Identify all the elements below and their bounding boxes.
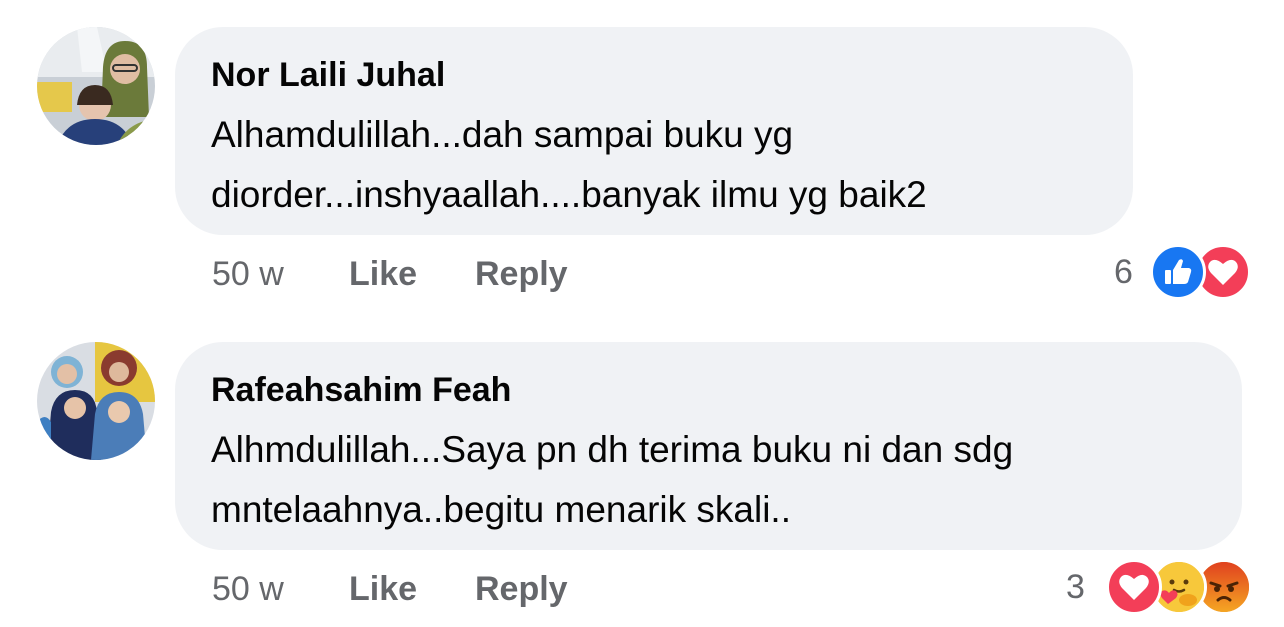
comment-author[interactable]: Nor Laili Juhal xyxy=(211,55,1097,95)
comment-2: Rafeahsahim Feah Alhmdulillah...Saya pn … xyxy=(0,315,1284,627)
love-icon xyxy=(1106,559,1162,615)
like-button[interactable]: Like xyxy=(349,254,417,294)
avatar[interactable] xyxy=(37,342,155,460)
comment-text: Alhmdulillah...Saya pn dh terima buku ni… xyxy=(211,420,1206,540)
reaction-summary[interactable]: 3 xyxy=(1064,559,1254,615)
comment-text: Alhamdulillah...dah sampai buku yg diord… xyxy=(211,105,1097,225)
comment-text-line: mntelaahnya..begitu menarik skali.. xyxy=(211,489,791,530)
avatar[interactable] xyxy=(37,27,155,145)
comment-bubble: Rafeahsahim Feah Alhmdulillah...Saya pn … xyxy=(175,342,1242,550)
like-button[interactable]: Like xyxy=(349,569,417,609)
comment-timestamp[interactable]: 50 w xyxy=(212,569,284,609)
comment-timestamp[interactable]: 50 w xyxy=(212,254,284,294)
comment-1: Nor Laili Juhal Alhamdulillah...dah samp… xyxy=(0,0,1284,315)
comment-author[interactable]: Rafeahsahim Feah xyxy=(211,370,1206,410)
comment-text-line: Alhamdulillah...dah sampai buku yg xyxy=(211,114,794,155)
like-icon xyxy=(1150,244,1206,300)
reaction-count: 3 xyxy=(1066,568,1085,606)
comment-text-line: diorder...inshyaallah....banyak ilmu yg … xyxy=(211,174,927,215)
comment-text-line: Alhmdulillah...Saya pn dh terima buku ni… xyxy=(211,429,1014,470)
comment-actions: 50 w Like Reply xyxy=(212,254,712,294)
reply-button[interactable]: Reply xyxy=(475,254,568,294)
reaction-count: 6 xyxy=(1114,253,1133,291)
comment-actions: 50 w Like Reply xyxy=(212,569,712,609)
reaction-summary[interactable]: 6 xyxy=(1110,244,1251,300)
comment-bubble: Nor Laili Juhal Alhamdulillah...dah samp… xyxy=(175,27,1133,235)
reply-button[interactable]: Reply xyxy=(475,569,568,609)
